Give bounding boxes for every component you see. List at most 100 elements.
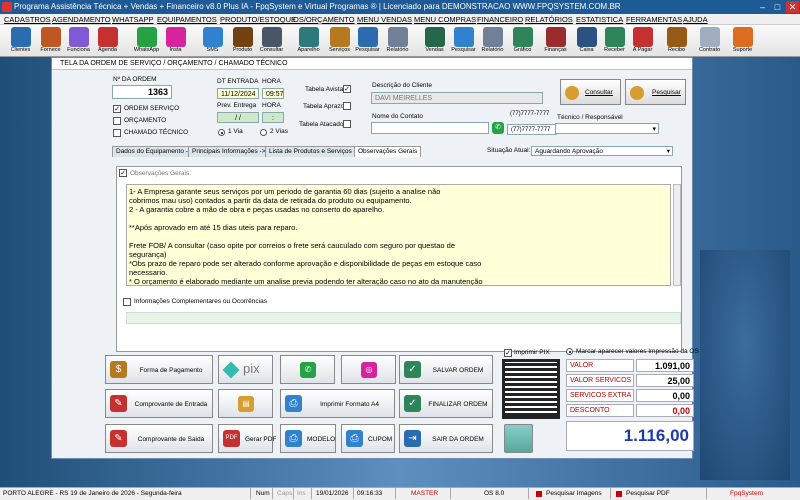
menu-ferramentas[interactable]: FERRAMENTAS: [626, 14, 682, 25]
toolbar-label: SMS: [206, 47, 219, 53]
toolbar-button-0[interactable]: Clientes: [6, 26, 35, 56]
toolbar-button-22[interactable]: Contrato: [695, 26, 724, 56]
menu-ajuda[interactable]: AJUDA: [683, 14, 708, 25]
toolbar-button-13[interactable]: Vendas: [420, 26, 449, 56]
minimize-button[interactable]: –: [756, 1, 769, 13]
toolbar-button-17[interactable]: Finanças: [541, 26, 570, 56]
delivery-time-field[interactable]: :: [262, 112, 284, 123]
menu-equipamentos[interactable]: EQUIPAMENTOS: [157, 14, 217, 25]
whatsapp-icon[interactable]: ✆: [492, 122, 504, 134]
toolbar-button-11[interactable]: Pesquisar: [353, 26, 382, 56]
toolbar-button-10[interactable]: Serviços: [325, 26, 354, 56]
toolbar-button-7[interactable]: Produto: [228, 26, 257, 56]
close-button[interactable]: ✕: [786, 1, 799, 13]
menu-estatistica[interactable]: ESTATISTICA: [576, 14, 623, 25]
order-number-field[interactable]: 1363: [112, 85, 172, 99]
exit-receipt-button[interactable]: ✎ Comprovante de Saida: [105, 424, 213, 453]
toolbar-button-9[interactable]: Aparelho: [294, 26, 323, 56]
obs-checkbox[interactable]: ✓: [119, 169, 127, 177]
tab-equipment[interactable]: Dados do Equipamento ->: [112, 146, 196, 157]
toolbar-button-16[interactable]: Gráfico: [508, 26, 537, 56]
ordem-servico-checkbox[interactable]: ✓: [113, 105, 121, 113]
entry-date-field[interactable]: 11/12/2024: [217, 88, 259, 99]
pix-button[interactable]: pix: [218, 355, 273, 384]
pix-label: pix: [243, 361, 260, 376]
model-printer-icon: ⎙: [285, 430, 302, 447]
toolbar-button-21[interactable]: Recibo: [662, 26, 691, 56]
toolbar-button-15[interactable]: Relatório: [478, 26, 507, 56]
menu-compras[interactable]: MENU COMPRAS: [414, 14, 476, 25]
client-name-field[interactable]: DAVI MEIRELLES: [371, 92, 543, 104]
phone1-field[interactable]: (77)7777-7777: [507, 109, 557, 120]
model-button[interactable]: ⎙ MODELO: [280, 424, 336, 453]
menu-produto-estoque[interactable]: PRODUTO/ESTOQUE: [220, 14, 296, 25]
coupon-image-button[interactable]: ▤: [218, 389, 273, 418]
contact-field[interactable]: [371, 122, 489, 134]
tabela-atacado-checkbox[interactable]: [343, 120, 351, 128]
complementary-checkbox[interactable]: [123, 298, 131, 306]
payment-button[interactable]: $ Forma de Pagamento: [105, 355, 213, 384]
entry-receipt-button[interactable]: ✎ Comprovante de Entrada: [105, 389, 213, 418]
menu-agendamento[interactable]: AGENDAMENTO: [52, 14, 111, 25]
delivery-date-field[interactable]: / /: [217, 112, 259, 123]
pix-qr-code: [502, 359, 560, 419]
toolbar-button-3[interactable]: Agenda: [93, 26, 122, 56]
toolbar-button-20[interactable]: A Pagar: [628, 26, 657, 56]
toolbar-button-4[interactable]: WhatsApp: [132, 26, 161, 56]
toolbar-button-6[interactable]: SMS: [198, 26, 227, 56]
status-date: 19/01/2026: [316, 490, 349, 497]
menu-financeiro[interactable]: FINANCEIRO: [477, 14, 523, 25]
one-copy-radio[interactable]: [218, 129, 225, 136]
toolbar-button-8[interactable]: Consultar: [257, 26, 286, 56]
one-copy-label: 1 Via: [228, 128, 243, 135]
menu-whatsapp[interactable]: WHATSAPP: [112, 14, 154, 25]
whatsapp-share-button[interactable]: ✆: [280, 355, 335, 384]
toolbar-label: Pesquisar: [355, 47, 380, 53]
tabela-aprazo-checkbox[interactable]: [343, 102, 351, 110]
chamado-tecnico-checkbox[interactable]: [113, 129, 121, 137]
menu-vendas[interactable]: MENU VENDAS: [357, 14, 412, 25]
toolbar-button-1[interactable]: Fornece: [36, 26, 65, 56]
search-pdf-link[interactable]: Pesquisar PDF: [626, 488, 670, 500]
search-images-link[interactable]: Pesquisar Imagens: [546, 488, 602, 500]
two-copies-radio[interactable]: [260, 129, 267, 136]
employees-icon: [68, 27, 89, 47]
toolbar-button-19[interactable]: Receber: [600, 26, 629, 56]
menu-relatorios[interactable]: RELATÓRIOS: [525, 14, 573, 25]
status-select[interactable]: Aguardando Aprovação ▾: [531, 146, 673, 156]
show-values-radio[interactable]: [566, 348, 573, 355]
totals-panel: VALOR PRODUTOS 1.091,00 VALOR SERVICOS 2…: [566, 359, 694, 454]
complementary-field[interactable]: [126, 312, 681, 324]
phone2-field[interactable]: (77)7777-7777: [507, 124, 557, 135]
pdf-button[interactable]: PDF Gerar PDF: [218, 424, 276, 453]
coupon-button[interactable]: ⎙ CUPOM: [341, 424, 395, 453]
menu-cadastros[interactable]: CADASTROS: [4, 14, 51, 25]
print-a4-button[interactable]: ⎙ Imprimir Formato A4: [280, 389, 395, 418]
search-button[interactable]: Pesquisar: [625, 79, 686, 105]
entry-date-label: DT ENTRADA: [217, 78, 259, 85]
orcamento-checkbox[interactable]: [113, 117, 121, 125]
consult-button[interactable]: Consultar: [560, 79, 621, 105]
instagram-button[interactable]: ◎: [341, 355, 396, 384]
toolbar-button-2[interactable]: Funciona: [64, 26, 93, 56]
entry-time-field[interactable]: 09:57: [262, 88, 284, 99]
notes-textarea[interactable]: 1- A Empresa garante seus serviços por u…: [126, 184, 671, 286]
toolbar-button-23[interactable]: Suporte: [728, 26, 757, 56]
toolbar-button-14[interactable]: Pesquisar: [449, 26, 478, 56]
print-pix-checkbox[interactable]: ✓: [504, 349, 512, 357]
toolbar-button-18[interactable]: Caixa: [572, 26, 601, 56]
tab-products-services[interactable]: Lista de Produtos e Serviços ->: [265, 146, 364, 157]
toolbar-button-12[interactable]: Relatório: [383, 26, 412, 56]
menu-os-orcamento[interactable]: OS/ORÇAMENTO: [293, 14, 355, 25]
map-icon[interactable]: [504, 424, 533, 453]
toolbar-button-5[interactable]: Insta: [161, 26, 190, 56]
tab-general-notes[interactable]: Observações Gerais: [354, 146, 422, 157]
finalize-order-button[interactable]: ✓ FINALIZAR ORDEM: [399, 389, 493, 418]
leave-order-button[interactable]: ⇥ SAIR DA ORDEM: [399, 424, 493, 453]
save-order-button[interactable]: ✓ SALVAR ORDEM: [399, 355, 493, 384]
tab-main-info[interactable]: Principais Informações ->: [188, 146, 270, 157]
tabela-avista-checkbox[interactable]: ✓: [343, 85, 351, 93]
notes-scrollbar[interactable]: [673, 184, 681, 286]
maximize-button[interactable]: □: [771, 1, 784, 13]
tech-select[interactable]: ▾: [555, 123, 659, 134]
